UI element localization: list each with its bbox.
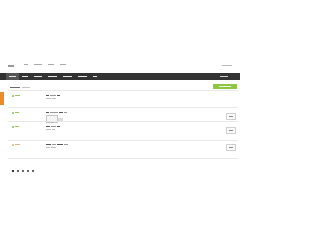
divider xyxy=(8,158,238,159)
top-link-4[interactable] xyxy=(60,64,66,67)
divider xyxy=(8,140,238,141)
item-action-button[interactable] xyxy=(226,113,236,120)
status-dot xyxy=(12,112,14,114)
top-link-2[interactable] xyxy=(34,64,42,67)
add-button[interactable] xyxy=(213,84,237,89)
item-meta xyxy=(46,98,57,99)
item-status xyxy=(12,144,20,146)
top-header xyxy=(0,62,240,71)
nav-right-link[interactable] xyxy=(220,75,228,77)
nav-item-6[interactable] xyxy=(75,73,90,80)
page xyxy=(0,0,240,240)
section-title-text xyxy=(10,86,20,89)
page-link-1[interactable] xyxy=(12,170,14,172)
section-title xyxy=(10,86,30,89)
item-action-button[interactable] xyxy=(226,144,236,151)
page-link-5[interactable] xyxy=(32,170,34,172)
nav-item-5[interactable] xyxy=(60,73,75,80)
nav-item-4[interactable] xyxy=(45,73,60,80)
list-item xyxy=(8,144,238,158)
item-action-button[interactable] xyxy=(226,127,236,134)
item-status xyxy=(12,112,19,114)
nav-item-1[interactable] xyxy=(6,73,19,80)
top-link-1[interactable] xyxy=(24,64,28,67)
status-label xyxy=(14,144,20,146)
status-label xyxy=(14,126,19,128)
top-links xyxy=(24,64,66,67)
item-title[interactable] xyxy=(46,112,68,114)
item-status xyxy=(12,126,19,128)
status-label xyxy=(14,112,19,114)
header-right-link[interactable] xyxy=(222,65,232,67)
page-link-2[interactable] xyxy=(17,170,19,172)
item-meta xyxy=(46,122,55,123)
item-meta xyxy=(46,147,57,148)
nav-item-3[interactable] xyxy=(31,73,45,80)
page-link-3[interactable] xyxy=(22,170,24,172)
status-dot xyxy=(12,126,14,128)
item-title[interactable] xyxy=(46,95,61,97)
nav-item-2[interactable] xyxy=(19,73,31,80)
section-subtitle xyxy=(22,86,30,89)
item-title[interactable] xyxy=(46,126,61,128)
list-item xyxy=(8,126,238,140)
item-meta xyxy=(46,129,56,130)
divider xyxy=(8,121,238,122)
item-status xyxy=(12,95,20,97)
pagination xyxy=(12,170,34,172)
site-logo[interactable] xyxy=(8,65,14,67)
status-dot xyxy=(12,95,14,97)
side-feedback-tab[interactable] xyxy=(0,92,4,105)
nav-item-7[interactable] xyxy=(90,73,100,80)
status-label xyxy=(14,95,20,97)
divider xyxy=(8,90,238,91)
divider xyxy=(8,107,238,108)
top-link-3[interactable] xyxy=(48,64,54,67)
status-dot xyxy=(12,144,14,146)
item-title[interactable] xyxy=(46,144,69,146)
main-nav xyxy=(0,73,240,80)
page-link-4[interactable] xyxy=(27,170,29,172)
